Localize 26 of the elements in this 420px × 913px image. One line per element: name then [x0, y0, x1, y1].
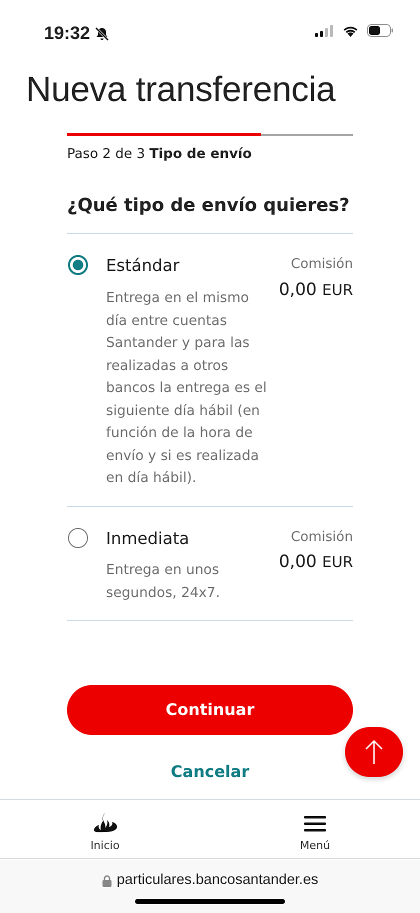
fee-amount: 0,00 EUR	[278, 550, 353, 574]
fee-amount: 0,00 EUR	[278, 278, 353, 302]
arrow-up-icon	[364, 739, 384, 765]
scroll-top-button[interactable]	[345, 727, 403, 777]
option-description: Entrega en el mismo día entre cuentas Santander y para las realizadas a otros bancos la entrega es el siguiente día hábil (en función de la hora de envío y si es realizada en día hábil).	[106, 289, 268, 488]
lock-icon	[102, 874, 112, 887]
nav-item[interactable]: Menú	[210, 800, 420, 858]
step-label: Paso 2 de 3 Tipo de envío	[67, 145, 253, 164]
signal-icon	[315, 24, 334, 36]
continue-button[interactable]: Continuar	[67, 685, 353, 736]
option-description: Entrega en unos segundos, 24x7.	[106, 561, 221, 603]
option-label[interactable]: Inmediata	[106, 526, 273, 552]
cancel-link[interactable]: Cancelar	[164, 759, 256, 786]
battery-icon	[367, 24, 394, 37]
page-title: Nueva transferencia	[26, 69, 337, 111]
status-time: 19:32	[44, 22, 90, 45]
option-label[interactable]: Estándar	[106, 254, 273, 279]
nav-item[interactable]: Inicio	[0, 800, 210, 858]
menu-icon	[304, 816, 326, 832]
question-heading: ¿Qué tipo de envío quieres?	[67, 192, 353, 234]
radio-button[interactable]	[68, 528, 88, 548]
wifi-icon	[342, 24, 359, 36]
muted-bell-icon	[94, 26, 110, 42]
fee-label: Comisión	[290, 255, 353, 274]
radio-button[interactable]	[68, 255, 88, 276]
fee-label: Comisión	[290, 528, 353, 546]
